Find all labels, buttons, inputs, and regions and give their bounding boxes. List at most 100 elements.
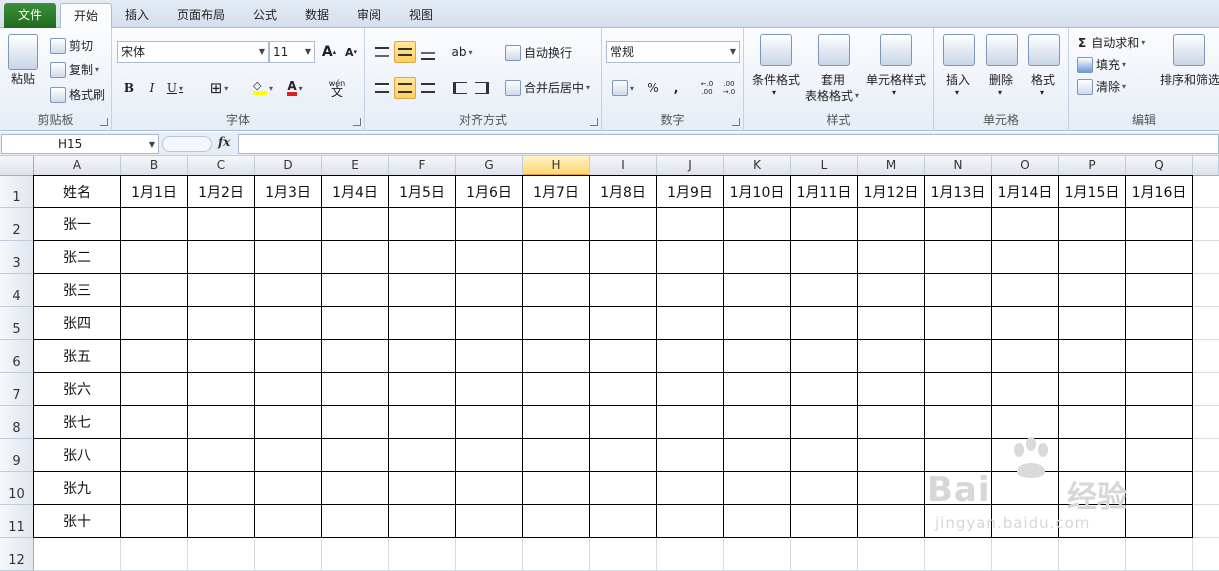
- cell-d1[interactable]: 1月3日: [255, 176, 322, 208]
- cell-q5[interactable]: [1126, 307, 1193, 340]
- cell-p8[interactable]: [1059, 406, 1126, 439]
- column-header-o[interactable]: O: [992, 156, 1059, 176]
- row-header-12[interactable]: 12: [0, 538, 34, 571]
- cell-a7[interactable]: 张六: [34, 373, 121, 406]
- orientation-button[interactable]: ab ▾: [451, 41, 473, 63]
- column-header-h[interactable]: H: [523, 156, 590, 176]
- cell-f8[interactable]: [389, 406, 456, 439]
- row-header-9[interactable]: 9: [0, 439, 34, 472]
- cell-h2[interactable]: [523, 208, 590, 241]
- cell-c2[interactable]: [188, 208, 255, 241]
- cell-l1[interactable]: 1月11日: [791, 176, 858, 208]
- increase-indent-button[interactable]: [471, 77, 493, 99]
- cell-p5[interactable]: [1059, 307, 1126, 340]
- cell-f4[interactable]: [389, 274, 456, 307]
- merge-center-button[interactable]: 合并后居中 ▾: [505, 79, 590, 96]
- cell-b2[interactable]: [121, 208, 188, 241]
- align-bottom-button[interactable]: [417, 41, 439, 63]
- row-header-6[interactable]: 6: [0, 340, 34, 373]
- row-header-4[interactable]: 4: [0, 274, 34, 307]
- row-header-5[interactable]: 5: [0, 307, 34, 340]
- cell-m11[interactable]: [858, 505, 925, 538]
- cell-i1[interactable]: 1月8日: [590, 176, 657, 208]
- number-launcher[interactable]: [732, 118, 740, 126]
- cell-k8[interactable]: [724, 406, 791, 439]
- cell-a10[interactable]: 张九: [34, 472, 121, 505]
- shrink-font-button[interactable]: A ▾: [340, 41, 362, 63]
- cell-b9[interactable]: [121, 439, 188, 472]
- cell-j10[interactable]: [657, 472, 724, 505]
- cell-d6[interactable]: [255, 340, 322, 373]
- clipboard-launcher[interactable]: [100, 118, 108, 126]
- cell-o5[interactable]: [992, 307, 1059, 340]
- align-left-button[interactable]: [371, 77, 393, 99]
- cell-m4[interactable]: [858, 274, 925, 307]
- cell-g11[interactable]: [456, 505, 523, 538]
- column-header-n[interactable]: N: [925, 156, 992, 176]
- number-format-select[interactable]: 常规 ▼: [606, 41, 740, 63]
- cell-h1[interactable]: 1月7日: [523, 176, 590, 208]
- cell-l11[interactable]: [791, 505, 858, 538]
- cell-q2[interactable]: [1126, 208, 1193, 241]
- cell-g7[interactable]: [456, 373, 523, 406]
- cell-o6[interactable]: [992, 340, 1059, 373]
- column-header-d[interactable]: D: [255, 156, 322, 176]
- cell-q3[interactable]: [1126, 241, 1193, 274]
- cell-d2[interactable]: [255, 208, 322, 241]
- cell-a4[interactable]: 张三: [34, 274, 121, 307]
- cell-i6[interactable]: [590, 340, 657, 373]
- cell-o1[interactable]: 1月14日: [992, 176, 1059, 208]
- cell-l5[interactable]: [791, 307, 858, 340]
- cell-g3[interactable]: [456, 241, 523, 274]
- cell-k10[interactable]: [724, 472, 791, 505]
- cell-o3[interactable]: [992, 241, 1059, 274]
- increase-decimal-button[interactable]: ←.0 .00: [696, 77, 718, 99]
- cell-h8[interactable]: [523, 406, 590, 439]
- column-header-p[interactable]: P: [1059, 156, 1126, 176]
- insert-function-button[interactable]: fx: [218, 135, 230, 149]
- select-all-button[interactable]: [0, 156, 34, 176]
- cell-j7[interactable]: [657, 373, 724, 406]
- cell-i3[interactable]: [590, 241, 657, 274]
- cell-o8[interactable]: [992, 406, 1059, 439]
- autosum-button[interactable]: Σ 自动求和 ▾: [1078, 34, 1145, 51]
- tab-file[interactable]: 文件: [4, 3, 56, 28]
- formula-input[interactable]: [238, 134, 1219, 154]
- cell-c11[interactable]: [188, 505, 255, 538]
- cell-d7[interactable]: [255, 373, 322, 406]
- format-painter-button[interactable]: 格式刷: [50, 86, 105, 103]
- row-header-2[interactable]: 2: [0, 208, 34, 241]
- cell-f10[interactable]: [389, 472, 456, 505]
- cell-b1[interactable]: 1月1日: [121, 176, 188, 208]
- cell-g1[interactable]: 1月6日: [456, 176, 523, 208]
- cell-k4[interactable]: [724, 274, 791, 307]
- align-center-button[interactable]: [394, 77, 416, 99]
- cell-k2[interactable]: [724, 208, 791, 241]
- italic-button[interactable]: I: [141, 77, 163, 99]
- cell-e4[interactable]: [322, 274, 389, 307]
- cell-c3[interactable]: [188, 241, 255, 274]
- cell-d11[interactable]: [255, 505, 322, 538]
- column-header-i[interactable]: I: [590, 156, 657, 176]
- column-header-j[interactable]: J: [657, 156, 724, 176]
- cell-e1[interactable]: 1月4日: [322, 176, 389, 208]
- cell-l2[interactable]: [791, 208, 858, 241]
- wrap-text-button[interactable]: 自动换行: [505, 44, 572, 61]
- cell-c1[interactable]: 1月2日: [188, 176, 255, 208]
- cell-i8[interactable]: [590, 406, 657, 439]
- column-header-b[interactable]: B: [121, 156, 188, 176]
- cell-e9[interactable]: [322, 439, 389, 472]
- cell-a11[interactable]: 张十: [34, 505, 121, 538]
- cell-c6[interactable]: [188, 340, 255, 373]
- font-name-select[interactable]: 宋体 ▼: [117, 41, 269, 63]
- cell-f1[interactable]: 1月5日: [389, 176, 456, 208]
- cell-c5[interactable]: [188, 307, 255, 340]
- phonetic-button[interactable]: wén 文: [326, 77, 348, 99]
- tab-page-layout[interactable]: 页面布局: [168, 3, 234, 28]
- cell-j1[interactable]: 1月9日: [657, 176, 724, 208]
- grow-font-button[interactable]: A ▴: [318, 41, 340, 63]
- cell-k9[interactable]: [724, 439, 791, 472]
- cell-b8[interactable]: [121, 406, 188, 439]
- cell-g10[interactable]: [456, 472, 523, 505]
- tab-data[interactable]: 数据: [296, 3, 338, 28]
